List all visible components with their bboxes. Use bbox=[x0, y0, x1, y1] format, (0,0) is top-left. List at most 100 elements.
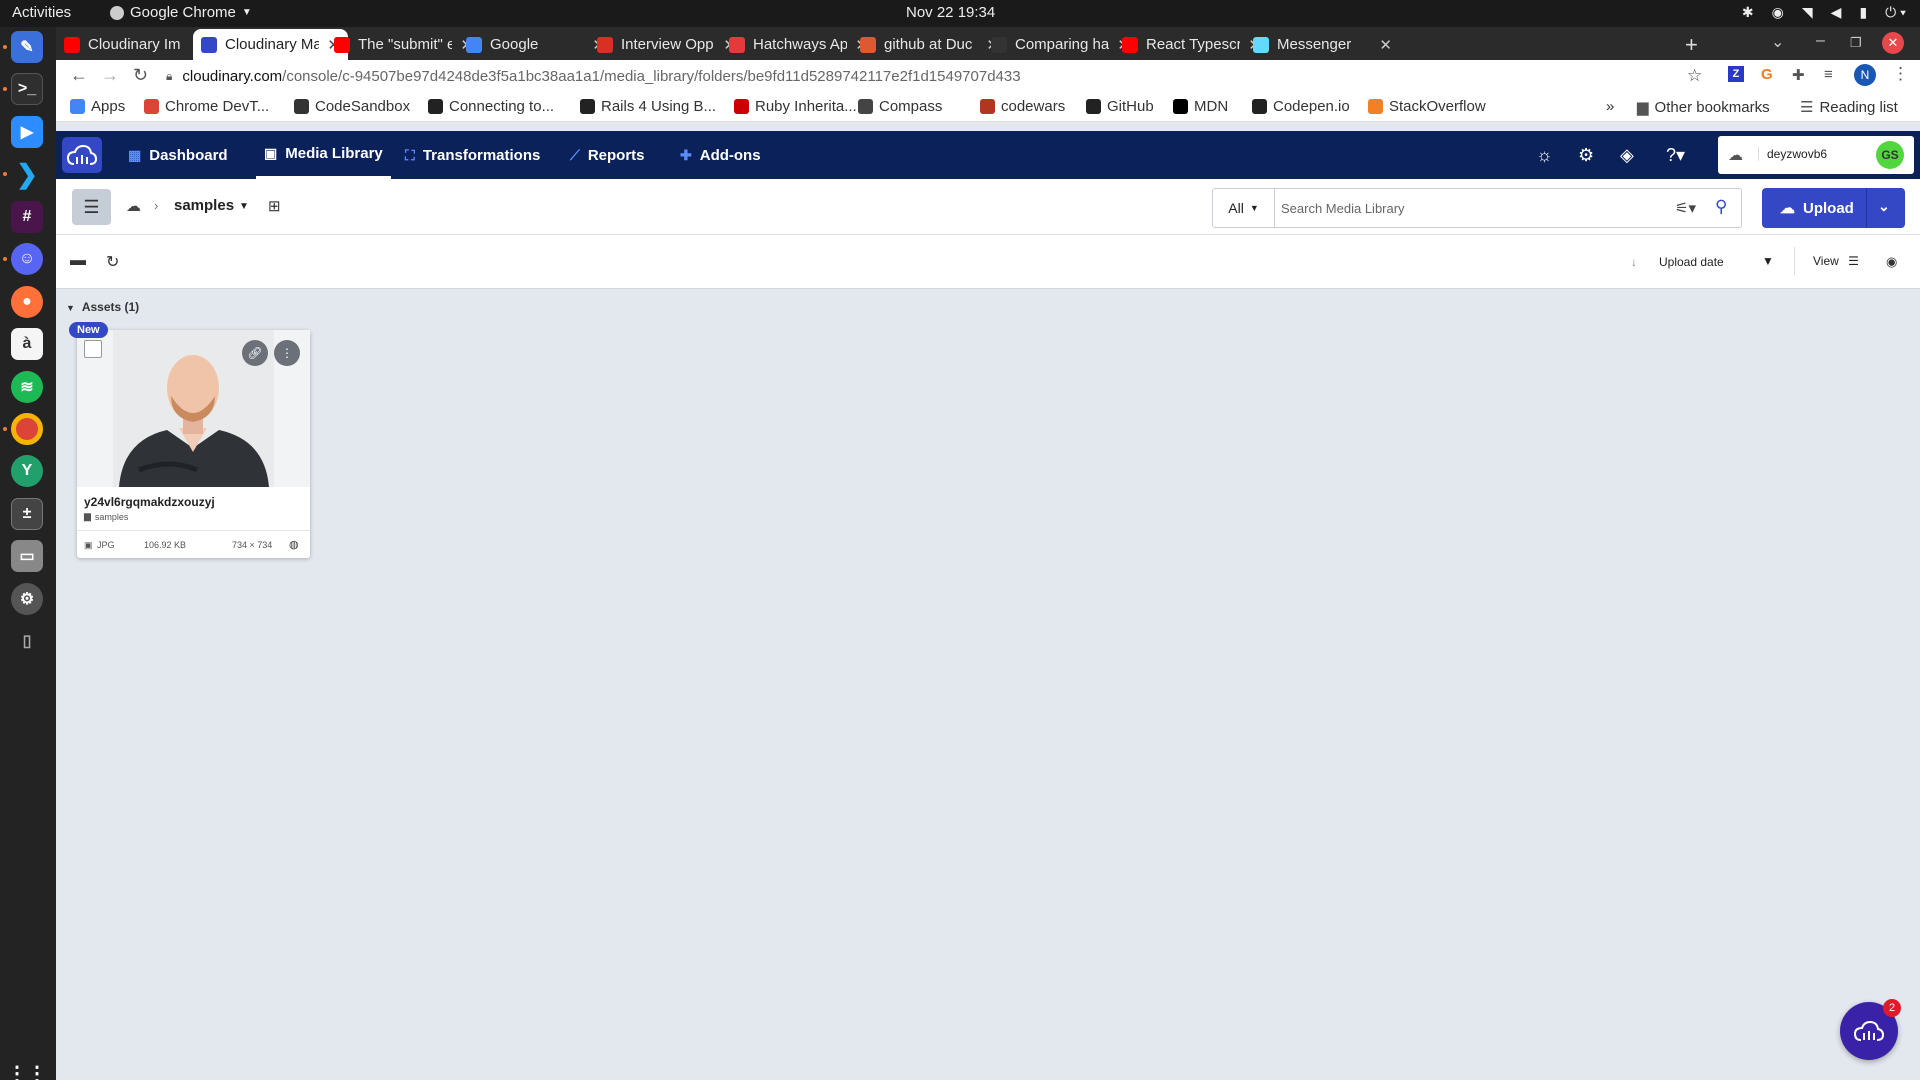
zotero-extension-icon[interactable]: Z bbox=[1728, 66, 1744, 82]
asset-folder[interactable]: ▆ samples bbox=[84, 511, 128, 522]
settings-gear-icon[interactable]: ⚙ bbox=[1578, 145, 1594, 166]
tab-search-button[interactable]: ⌄ bbox=[1771, 32, 1784, 52]
grammarly-extension-icon[interactable]: G bbox=[1761, 66, 1773, 83]
sort-selector[interactable]: ↓ Upload date bbox=[1631, 255, 1724, 269]
bookmark-star-icon[interactable]: ☆ bbox=[1687, 66, 1702, 86]
advanced-search-filter-icon[interactable]: ⚟▾ bbox=[1675, 199, 1696, 217]
bookmark-item[interactable]: Rails 4 Using B... bbox=[580, 98, 716, 115]
layers-icon[interactable]: ◈ bbox=[1620, 145, 1634, 166]
asset-name[interactable]: y24vl6rgqmakdzxouzyj bbox=[84, 495, 215, 509]
usb-drive-icon[interactable]: ▯ bbox=[11, 625, 43, 657]
nav-media-library[interactable]: ▣ Media Library bbox=[256, 131, 391, 179]
bookmark-item[interactable]: StackOverflow bbox=[1368, 98, 1486, 115]
copy-link-icon[interactable]: 🔗︎ bbox=[242, 340, 268, 366]
close-window-button[interactable]: ✕ bbox=[1882, 32, 1904, 54]
bookmark-item[interactable]: Compass bbox=[858, 98, 942, 115]
lightbulb-icon[interactable]: ☼ bbox=[1536, 145, 1553, 166]
calculator-icon[interactable]: ± bbox=[11, 498, 43, 530]
browser-tab[interactable]: Messenger ✕ bbox=[1245, 29, 1400, 60]
show-applications-icon[interactable]: ⋮⋮ bbox=[7, 1057, 47, 1080]
chrome-menu-icon[interactable]: ⋮ bbox=[1892, 64, 1909, 84]
search-input[interactable] bbox=[1281, 197, 1661, 219]
search-scope-select[interactable]: All ▼ bbox=[1213, 189, 1275, 227]
yarn-icon[interactable]: Y bbox=[11, 455, 43, 487]
home-cloud-icon[interactable]: ☁ bbox=[126, 197, 141, 215]
assets-section-header[interactable]: ▼ Assets (1) bbox=[66, 300, 139, 314]
clock[interactable]: Nov 22 19:34 bbox=[906, 4, 995, 21]
battery-icon[interactable]: ▮ bbox=[1859, 4, 1867, 21]
account-switcher[interactable]: ☁ deyzwovb6 GS bbox=[1718, 136, 1914, 174]
folder-caret-icon[interactable]: ▼ bbox=[239, 201, 249, 212]
minimize-button[interactable]: – bbox=[1816, 32, 1825, 50]
user-avatar[interactable]: GS bbox=[1876, 141, 1904, 169]
bookmark-item[interactable]: Codepen.io bbox=[1252, 98, 1350, 115]
profile-avatar[interactable]: N bbox=[1854, 64, 1876, 86]
spotify-icon[interactable]: ≋ bbox=[11, 371, 43, 403]
upload-options-chevron-icon[interactable]: ⌄ bbox=[1878, 198, 1890, 215]
nav-dashboard[interactable]: ▦ Dashboard bbox=[128, 131, 228, 179]
new-tab-button[interactable]: + bbox=[1685, 32, 1698, 58]
slack-icon[interactable]: # bbox=[11, 201, 43, 233]
sort-direction-icon[interactable]: ↓ bbox=[1631, 255, 1637, 269]
more-options-icon[interactable]: ⋮ bbox=[274, 340, 300, 366]
terminal-icon[interactable]: >_ bbox=[11, 73, 43, 105]
slack-tray-icon[interactable]: ✱ bbox=[1742, 4, 1754, 21]
asset-select-checkbox[interactable] bbox=[84, 340, 102, 358]
bookmarks-overflow-icon[interactable]: » bbox=[1606, 98, 1614, 115]
forward-button[interactable]: → bbox=[101, 65, 119, 86]
sort-caret-icon[interactable]: ▼ bbox=[1762, 254, 1774, 268]
other-bookmarks[interactable]: ▆ Other bookmarks bbox=[1637, 98, 1770, 117]
preview-eye-icon[interactable]: ◉ bbox=[1886, 254, 1897, 270]
bookmark-item[interactable]: GitHub bbox=[1086, 98, 1154, 115]
activities-button[interactable]: Activities bbox=[12, 4, 71, 21]
extensions-puzzle-icon[interactable]: ✚ bbox=[1792, 66, 1805, 84]
view-toggle[interactable]: View ☰ bbox=[1813, 254, 1859, 268]
help-icon[interactable]: ?▾ bbox=[1666, 145, 1685, 166]
media-control-icon[interactable]: ≡ bbox=[1824, 66, 1833, 83]
restore-button[interactable]: ❐ bbox=[1850, 35, 1862, 51]
tab-close-icon[interactable]: ✕ bbox=[1379, 36, 1392, 54]
settings-icon[interactable]: ⚙ bbox=[11, 583, 43, 615]
reload-button[interactable]: ↻ bbox=[133, 65, 148, 86]
volume-icon[interactable]: ◀ bbox=[1831, 4, 1842, 21]
wifi-icon[interactable]: ◥ bbox=[1802, 4, 1813, 21]
text-editor-icon[interactable]: ✎ bbox=[11, 31, 43, 63]
browser-tab[interactable]: Cloudinary Im✕ bbox=[56, 29, 216, 60]
nav-addons[interactable]: ✚ Add-ons bbox=[680, 131, 761, 179]
zoom-icon[interactable]: ▶ bbox=[11, 116, 43, 148]
address-bar[interactable]: 🔒︎ cloudinary.com/console/c-94507be97d42… bbox=[166, 62, 1821, 90]
bookmark-item[interactable]: Chrome DevT... bbox=[144, 98, 269, 115]
reading-list[interactable]: ☰ Reading list bbox=[1800, 98, 1898, 117]
lock-icon[interactable]: 🔒︎ bbox=[166, 69, 172, 84]
bookmark-item[interactable]: MDN bbox=[1173, 98, 1228, 115]
search-icon[interactable]: ⚲ bbox=[1715, 197, 1727, 217]
caret-down-icon: ▼ bbox=[241, 7, 252, 18]
dictionary-icon[interactable]: à bbox=[11, 328, 43, 360]
asset-card[interactable]: New 🔗︎ ⋮ y24vl6rgqmakdzxouzyj ▆ samples … bbox=[69, 322, 310, 558]
firefox-icon[interactable]: ● bbox=[11, 286, 43, 318]
discord-tray-icon[interactable]: ◉ bbox=[1772, 4, 1784, 21]
bookmark-item[interactable]: codewars bbox=[980, 98, 1065, 115]
folder-view-icon[interactable]: ▬ bbox=[70, 252, 86, 270]
vscode-icon[interactable]: ❯ bbox=[11, 158, 43, 190]
discord-icon[interactable]: ☺ bbox=[11, 243, 43, 275]
browser-tab[interactable]: Cloudinary Ma✕ bbox=[193, 29, 348, 60]
sidebar-toggle-button[interactable]: ☰ bbox=[72, 189, 111, 225]
breadcrumb-current-folder[interactable]: samples bbox=[174, 197, 234, 214]
app-menu[interactable]: Google Chrome ▼ bbox=[110, 4, 252, 21]
bookmark-item[interactable]: Connecting to... bbox=[428, 98, 554, 115]
bookmark-item[interactable]: Ruby Inherita... bbox=[734, 98, 857, 115]
nav-reports[interactable]: ⟋ Reports bbox=[570, 131, 645, 179]
upload-button[interactable]: ☁ Upload ⌄ bbox=[1762, 188, 1905, 228]
nav-transformations[interactable]: ⛶ Transformations bbox=[405, 131, 540, 179]
back-button[interactable]: ← bbox=[70, 65, 88, 86]
new-folder-icon[interactable]: ⊞ bbox=[268, 197, 281, 215]
files-icon[interactable]: ▭ bbox=[11, 540, 43, 572]
cloudinary-logo-icon[interactable] bbox=[62, 137, 102, 173]
chrome-icon[interactable] bbox=[11, 413, 43, 445]
bookmark-item[interactable]: CodeSandbox bbox=[294, 98, 410, 115]
bookmark-item[interactable]: Apps bbox=[70, 98, 125, 115]
power-menu-icon[interactable]: ⏻ ▾ bbox=[1885, 4, 1906, 21]
refresh-icon[interactable]: ↻ bbox=[106, 252, 119, 272]
system-tray[interactable]: ✱ ◉ ◥ ◀ ▮ ⏻ ▾ bbox=[1742, 4, 1906, 21]
